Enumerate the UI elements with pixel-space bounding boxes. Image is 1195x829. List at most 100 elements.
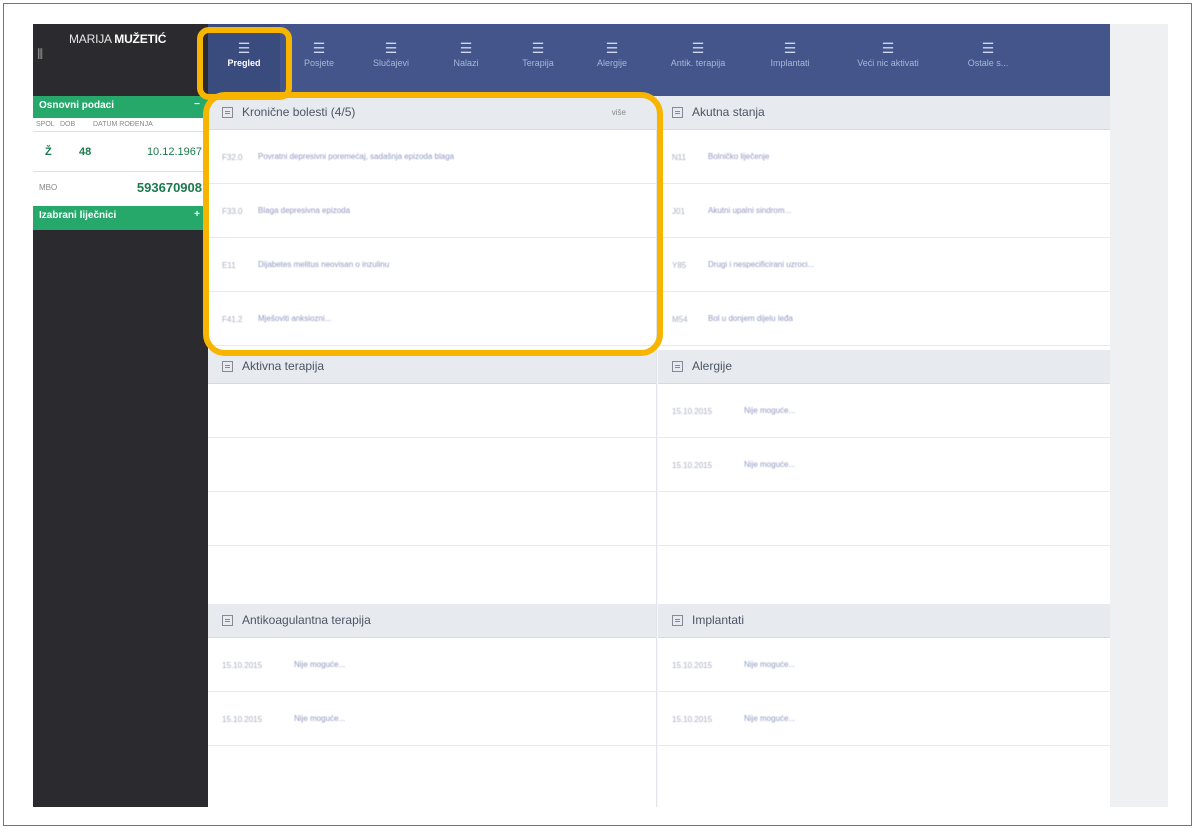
list-icon: ☰ bbox=[459, 40, 473, 56]
col-sex: SPOL bbox=[36, 121, 55, 128]
entry-date: 15.10.2015 bbox=[222, 661, 263, 670]
list-icon: ☰ bbox=[312, 40, 326, 56]
entry-date: 15.10.2015 bbox=[672, 407, 713, 416]
nav-tab-antik-terapija[interactable]: ☰ Antik. terapija bbox=[656, 24, 740, 96]
entry-text: Nije moguće... bbox=[744, 460, 796, 469]
list-item[interactable]: 15.10.2015 Nije moguće... bbox=[658, 692, 1110, 746]
list-item[interactable]: Y85 Drugi i nespecificirani uzroci... bbox=[658, 238, 1110, 292]
basic-data-panel: SPOL DOB DATUM ROĐENJA Ž 48 10.12.1967 M… bbox=[33, 118, 208, 206]
entry-date: 15.10.2015 bbox=[672, 461, 713, 470]
list-icon: ☰ bbox=[605, 40, 619, 56]
list-item[interactable]: 15.10.2015 Nije moguće... bbox=[658, 384, 1110, 438]
list-item[interactable]: N11 Bolničko liječenje bbox=[658, 130, 1110, 184]
list-item[interactable]: 15.10.2015 Nije moguće... bbox=[208, 638, 656, 692]
nav-tab-nalazi[interactable]: ☰ Nalazi bbox=[434, 24, 498, 96]
nav-tab-terapija[interactable]: ☰ Terapija bbox=[506, 24, 570, 96]
list-icon bbox=[222, 361, 233, 372]
panel-title: Aktivna terapija bbox=[242, 359, 325, 373]
nav-tab-alergije[interactable]: ☰ Alergije bbox=[580, 24, 644, 96]
list-icon: ☰ bbox=[384, 40, 398, 56]
nav-tab-ostale[interactable]: ☰ Ostale s... bbox=[948, 24, 1028, 96]
list-icon bbox=[672, 615, 683, 626]
highlight-chronic-diseases bbox=[203, 92, 663, 356]
highlight-pregled-tab bbox=[197, 27, 292, 100]
nav-tab-label: Antik. terapija bbox=[670, 58, 726, 68]
top-nav: ☰ Pregled ☰ Posjete ☰ Slučajevi ☰ Nalazi… bbox=[208, 24, 1110, 96]
sex-value: Ž bbox=[45, 146, 52, 158]
list-icon: ☰ bbox=[531, 40, 545, 56]
diagnosis-text: Bolničko liječenje bbox=[708, 152, 770, 161]
doctors-header[interactable]: Izabrani liječnici + bbox=[33, 206, 208, 230]
nav-tab-implantati[interactable]: ☰ Implantati bbox=[752, 24, 828, 96]
list-icon: ☰ bbox=[783, 40, 797, 56]
nav-tab-veci-aktivati[interactable]: ☰ Veći nic aktivati bbox=[838, 24, 938, 96]
diagnosis-text: Akutni upalni sindrom... bbox=[708, 206, 792, 215]
nav-tab-label: Posjete bbox=[303, 58, 335, 68]
empty-row bbox=[658, 492, 1110, 546]
panel-anticoagulant-therapy: Antikoagulantna terapija 15.10.2015 Nije… bbox=[208, 604, 657, 807]
nav-tab-posjete[interactable]: ☰ Posjete bbox=[286, 24, 352, 96]
diagnosis-code: M54 bbox=[672, 315, 688, 324]
right-empty-area bbox=[1110, 24, 1168, 807]
panel-active-therapy: Aktivna terapija bbox=[208, 350, 657, 604]
col-age: DOB bbox=[60, 121, 76, 128]
menu-icon[interactable]: ⦀ bbox=[37, 46, 43, 63]
mbo-label: MBO bbox=[39, 183, 58, 192]
basic-data-header[interactable]: Osnovni podaci − bbox=[33, 96, 208, 118]
list-item[interactable]: 15.10.2015 Nije moguće... bbox=[658, 638, 1110, 692]
doctors-title: Izabrani liječnici bbox=[39, 210, 117, 221]
entry-text: Nije moguće... bbox=[294, 660, 346, 669]
entry-date: 15.10.2015 bbox=[222, 715, 263, 724]
diagnosis-text: Drugi i nespecificirani uzroci... bbox=[708, 260, 815, 269]
panel-title: Alergije bbox=[692, 359, 733, 373]
empty-row bbox=[208, 384, 656, 438]
panel-title: Akutna stanja bbox=[692, 105, 765, 119]
list-item[interactable]: 15.10.2015 Nije moguće... bbox=[208, 692, 656, 746]
nav-tab-label: Implantati bbox=[770, 58, 810, 68]
entry-text: Nije moguće... bbox=[744, 714, 796, 723]
nav-tab-label: Ostale s... bbox=[967, 58, 1009, 68]
collapse-icon[interactable]: − bbox=[194, 99, 200, 110]
panel-header: Alergije bbox=[658, 350, 1110, 384]
empty-row bbox=[208, 492, 656, 546]
entry-date: 15.10.2015 bbox=[672, 715, 713, 724]
panel-title: Implantati bbox=[692, 613, 745, 627]
nav-tab-label: Nalazi bbox=[453, 58, 479, 68]
panel-header: Antikoagulantna terapija bbox=[208, 604, 656, 638]
patient-name: MARIJA MUŽETIĆ bbox=[69, 32, 166, 46]
list-icon: ☰ bbox=[881, 40, 895, 56]
basic-data-values: Ž 48 10.12.1967 bbox=[33, 134, 208, 172]
list-icon bbox=[672, 361, 683, 372]
nav-tab-label: Slučajevi bbox=[372, 58, 410, 68]
entry-text: Nije moguće... bbox=[744, 406, 796, 415]
entry-text: Nije moguće... bbox=[294, 714, 346, 723]
panel-allergies: Alergije 15.10.2015 Nije moguće... 15.10… bbox=[658, 350, 1110, 604]
col-dob: DATUM ROĐENJA bbox=[93, 121, 153, 128]
entry-text: Nije moguće... bbox=[744, 660, 796, 669]
nav-tab-slucajevi[interactable]: ☰ Slučajevi bbox=[356, 24, 426, 96]
basic-data-title: Osnovni podaci bbox=[39, 100, 115, 111]
sidebar: ⦀ MARIJA MUŽETIĆ Osnovni podaci − SPOL D… bbox=[33, 24, 208, 807]
nav-tab-label: Alergije bbox=[596, 58, 627, 68]
diagnosis-code: N11 bbox=[672, 153, 687, 162]
expand-icon[interactable]: + bbox=[194, 209, 200, 220]
list-icon bbox=[222, 615, 233, 626]
diagnosis-text: Bol u donjem dijelu leđa bbox=[708, 314, 793, 323]
patient-last-name: MUŽETIĆ bbox=[114, 32, 167, 46]
panel-header: Implantati bbox=[658, 604, 1110, 638]
list-icon bbox=[672, 107, 683, 118]
age-value: 48 bbox=[79, 146, 92, 158]
mbo-row: MBO 593670908 bbox=[33, 174, 208, 204]
list-item[interactable]: M54 Bol u donjem dijelu leđa bbox=[658, 292, 1110, 346]
list-icon: ☰ bbox=[981, 40, 995, 56]
dob-value: 10.12.1967 bbox=[146, 146, 202, 158]
nav-tab-label: Terapija bbox=[522, 58, 554, 68]
list-item[interactable]: J01 Akutni upalni sindrom... bbox=[658, 184, 1110, 238]
list-item[interactable]: 15.10.2015 Nije moguće... bbox=[658, 438, 1110, 492]
empty-row bbox=[208, 438, 656, 492]
diagnosis-code: J01 bbox=[672, 207, 685, 216]
patient-bar: ⦀ MARIJA MUŽETIĆ bbox=[33, 24, 208, 96]
entry-date: 15.10.2015 bbox=[672, 661, 713, 670]
list-icon: ☰ bbox=[691, 40, 705, 56]
panel-acute-conditions: Akutna stanja N11 Bolničko liječenje J01… bbox=[658, 96, 1110, 350]
